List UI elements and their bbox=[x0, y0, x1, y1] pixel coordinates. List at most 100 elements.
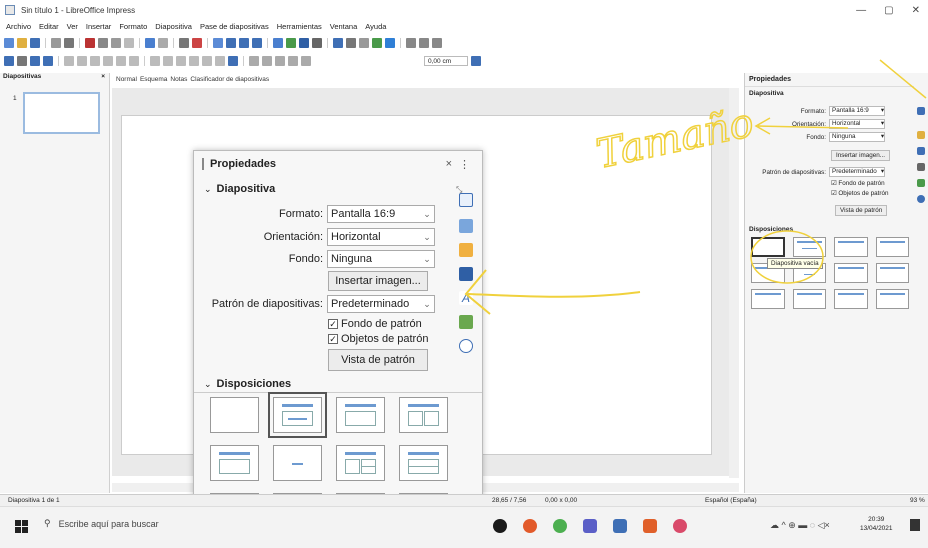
menu-editar[interactable]: Editar bbox=[39, 22, 59, 31]
menu-pase[interactable]: Pase de diapositivas bbox=[200, 22, 269, 31]
menu-herramientas[interactable]: Herramientas bbox=[277, 22, 322, 31]
ellipse-icon[interactable] bbox=[90, 55, 100, 66]
new-icon[interactable] bbox=[4, 37, 14, 48]
symbol-shapes-icon[interactable] bbox=[163, 55, 173, 66]
layout-title-slide[interactable] bbox=[210, 445, 259, 481]
open-icon[interactable] bbox=[17, 37, 27, 48]
transition-deck-icon[interactable] bbox=[917, 147, 925, 155]
duplicate-slide-icon[interactable] bbox=[419, 37, 429, 48]
arrange-icon[interactable] bbox=[275, 55, 285, 66]
layout-title-content-2content[interactable] bbox=[399, 445, 448, 481]
drag-grip-icon[interactable] bbox=[202, 158, 204, 170]
paste-icon[interactable] bbox=[111, 37, 121, 48]
properties-deck-icon[interactable] bbox=[917, 107, 925, 115]
clone-icon[interactable] bbox=[124, 37, 134, 48]
tab-clasificador[interactable]: Clasificador de diapositivas bbox=[190, 76, 269, 86]
line-width-field[interactable]: 0,00 cm bbox=[424, 55, 468, 66]
connector-icon[interactable] bbox=[129, 55, 139, 66]
sidebar-layout-six[interactable] bbox=[875, 289, 909, 309]
notifications-icon[interactable] bbox=[910, 519, 920, 531]
sidebar-layout-title-content[interactable] bbox=[792, 237, 826, 257]
firefox-app-icon[interactable] bbox=[523, 519, 537, 533]
sidebar-section-layouts[interactable]: Disposiciones bbox=[745, 223, 797, 236]
slides-pane-close-icon[interactable]: × bbox=[101, 73, 105, 83]
animation-deck-icon[interactable] bbox=[917, 131, 925, 139]
layout-title-content[interactable] bbox=[268, 392, 327, 438]
styles-deck-icon[interactable] bbox=[917, 163, 925, 171]
menu-insertar[interactable]: Insertar bbox=[86, 22, 111, 31]
menu-diapositiva[interactable]: Diapositiva bbox=[155, 22, 192, 31]
redo-icon[interactable] bbox=[158, 37, 168, 48]
distribute-icon[interactable] bbox=[288, 55, 298, 66]
sidebar-check-master-obj[interactable]: ☑ Objetos de patrón bbox=[831, 190, 888, 197]
slide-thumbnail[interactable] bbox=[23, 92, 100, 134]
windows-start-icon[interactable] bbox=[15, 520, 28, 533]
sidebar-background-select[interactable]: Ninguna ▾ bbox=[829, 132, 885, 142]
navigator-icon[interactable] bbox=[459, 339, 473, 353]
popup-format-select[interactable]: Pantalla 16:9 ⌄ bbox=[327, 205, 435, 223]
popup-check-master-obj[interactable]: ✓ Objetos de patrón bbox=[328, 333, 428, 345]
gallery-deck-icon[interactable] bbox=[917, 179, 925, 187]
3d-objects-icon[interactable] bbox=[228, 55, 238, 66]
menu-ver[interactable]: Ver bbox=[67, 22, 78, 31]
select-icon[interactable] bbox=[4, 55, 14, 66]
layout-two-content[interactable] bbox=[399, 397, 448, 433]
start-first-icon[interactable] bbox=[239, 37, 249, 48]
line-color2-icon[interactable] bbox=[471, 55, 481, 66]
slide-icon[interactable] bbox=[406, 37, 416, 48]
animation-icon[interactable] bbox=[459, 243, 473, 257]
layout-title-2content-content[interactable] bbox=[336, 445, 385, 481]
popup-section-layouts[interactable]: ⌄ Disposiciones bbox=[204, 378, 291, 390]
popup-master-view-button[interactable]: Vista de patrón bbox=[328, 349, 428, 371]
tab-normal[interactable]: Normal bbox=[116, 76, 137, 86]
sidebar-check-master-bg[interactable]: ☑ Fondo de patrón bbox=[831, 180, 885, 187]
tab-esquema[interactable]: Esquema bbox=[140, 76, 167, 86]
sidebar-master-select[interactable]: Predeterminado ▾ bbox=[829, 167, 885, 177]
slide-transition-icon[interactable] bbox=[459, 219, 473, 233]
block-arrows-icon[interactable] bbox=[176, 55, 186, 66]
sidebar-format-select[interactable]: Pantalla 16:9 ▾ bbox=[829, 106, 885, 116]
line-icon[interactable] bbox=[64, 55, 74, 66]
language-status[interactable]: Español (España) bbox=[705, 497, 757, 504]
start-current-icon[interactable] bbox=[252, 37, 262, 48]
layout-icon[interactable] bbox=[432, 37, 442, 48]
undo-icon[interactable] bbox=[145, 37, 155, 48]
show-draw-icon[interactable] bbox=[385, 37, 395, 48]
spelling-icon[interactable] bbox=[192, 37, 202, 48]
sidebar-master-view-button[interactable]: Vista de patrón bbox=[835, 205, 888, 216]
system-tray-icons[interactable]: ☁ ^ ⊕ ▬ ◌ ◁× bbox=[770, 520, 830, 531]
curve-icon[interactable] bbox=[116, 55, 126, 66]
rectangle-icon[interactable] bbox=[77, 55, 87, 66]
zoom-level[interactable]: 93 % bbox=[910, 497, 925, 504]
chart-icon[interactable] bbox=[312, 37, 322, 48]
arrow-icon[interactable] bbox=[103, 55, 113, 66]
chrome-app-icon[interactable] bbox=[553, 519, 567, 533]
layout-title-only[interactable] bbox=[336, 397, 385, 433]
menu-ventana[interactable]: Ventana bbox=[330, 22, 358, 31]
layout-blank[interactable] bbox=[210, 397, 259, 433]
image-icon[interactable] bbox=[286, 37, 296, 48]
sidebar-layout-two-content[interactable] bbox=[875, 237, 909, 257]
print-icon[interactable] bbox=[64, 37, 74, 48]
styles-icon[interactable]: A bbox=[459, 291, 473, 305]
sidebar-layout-top-bottom[interactable] bbox=[751, 289, 785, 309]
zoom-icon[interactable] bbox=[17, 55, 27, 66]
tab-notas[interactable]: Notas bbox=[170, 76, 187, 86]
taskbar-search[interactable]: ⚲ Escribe aquí para buscar bbox=[44, 518, 159, 529]
sidebar-layout-content-two[interactable] bbox=[834, 263, 868, 283]
teams-app-icon[interactable] bbox=[583, 519, 597, 533]
display-grid-icon[interactable] bbox=[213, 37, 223, 48]
callouts-icon[interactable] bbox=[202, 55, 212, 66]
sidebar-layout-four[interactable] bbox=[834, 289, 868, 309]
popup-orientation-select[interactable]: Horizontal ⌄ bbox=[327, 228, 435, 246]
vertical-scrollbar[interactable] bbox=[729, 88, 739, 478]
obs-app-icon[interactable] bbox=[493, 519, 507, 533]
flowchart-icon[interactable] bbox=[189, 55, 199, 66]
writer-app-icon[interactable] bbox=[613, 519, 627, 533]
sidebar-layout-title-only[interactable] bbox=[834, 237, 868, 257]
find-icon[interactable] bbox=[179, 37, 189, 48]
save-icon[interactable] bbox=[30, 37, 40, 48]
taskbar-clock[interactable]: 20:39 13/04/2021 bbox=[860, 515, 893, 533]
popup-check-master-bg[interactable]: ✓ Fondo de patrón bbox=[328, 318, 422, 330]
popup-section-slide[interactable]: ⌄ Diapositiva bbox=[204, 183, 275, 195]
